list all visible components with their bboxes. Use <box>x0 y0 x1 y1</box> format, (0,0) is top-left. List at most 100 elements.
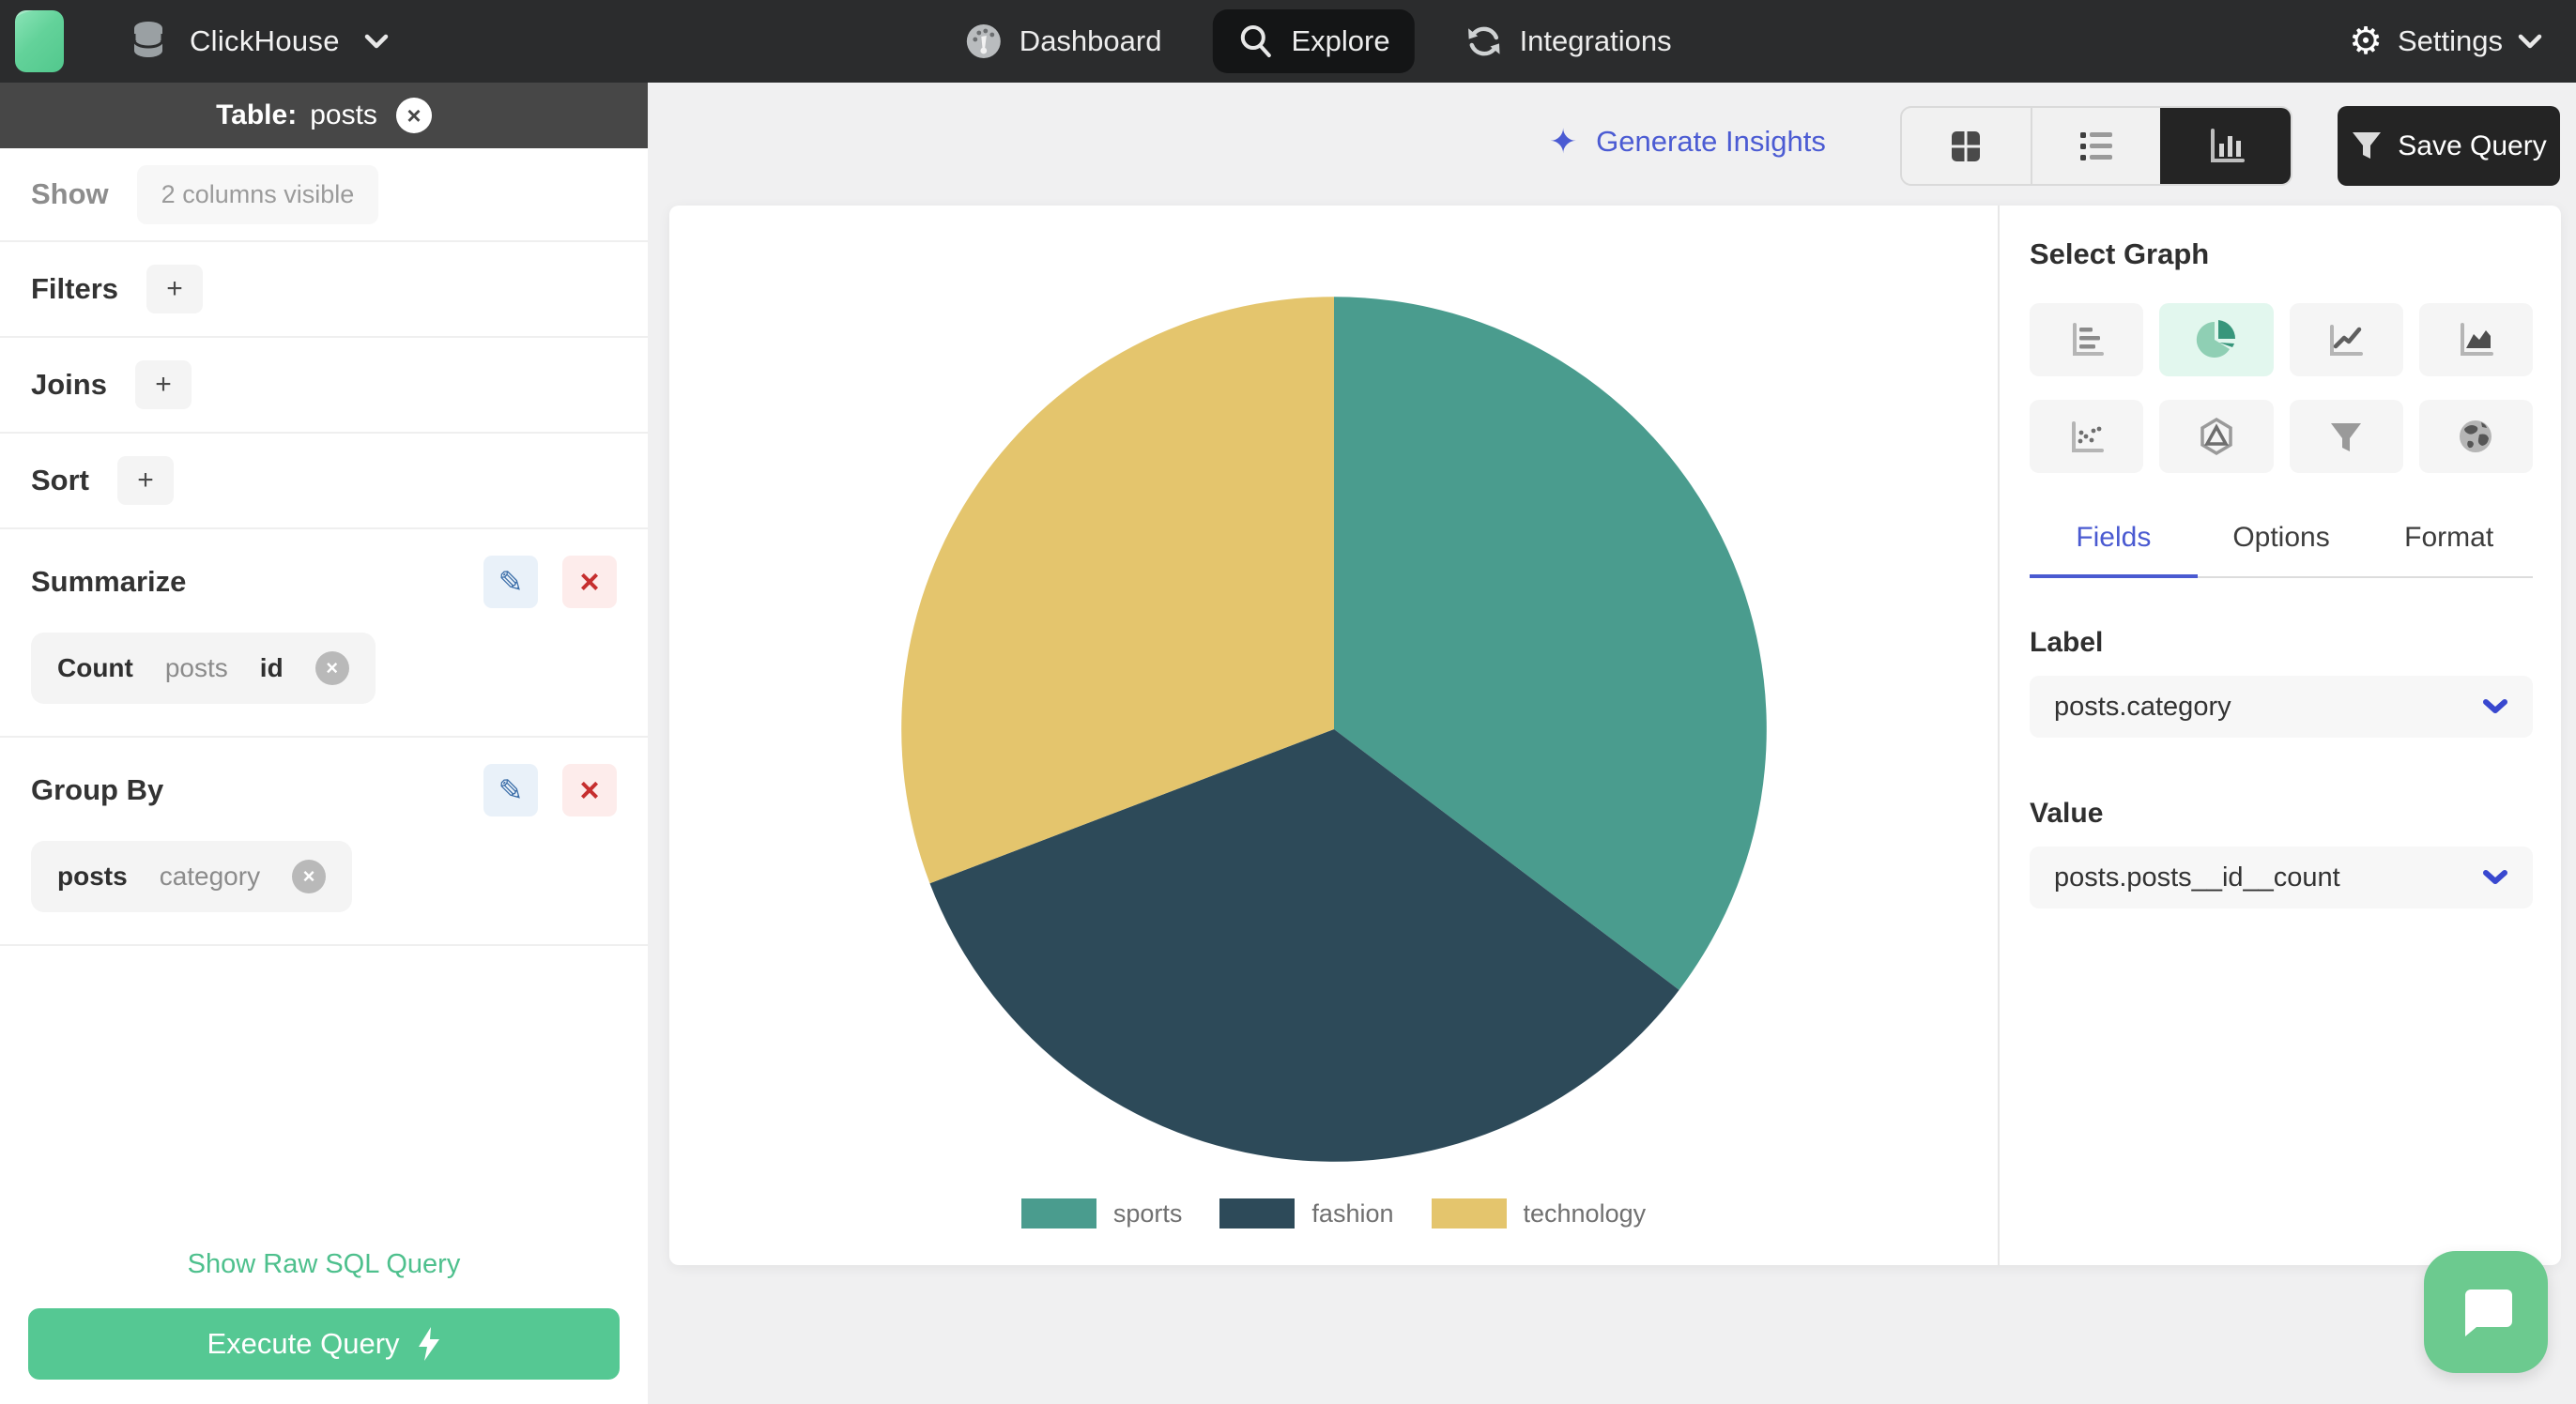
search-icon <box>1240 25 1271 57</box>
graph-type-grid <box>2030 303 2533 473</box>
remove-table-button[interactable]: × <box>395 98 432 133</box>
show-label: Show <box>31 177 109 210</box>
show-row: Show 2 columns visible <box>0 148 648 242</box>
group-by-label: Group By <box>31 773 164 806</box>
graph-type-pie-button[interactable] <box>2159 303 2274 376</box>
joins-row: Joins + <box>0 338 648 434</box>
save-query-button[interactable]: Save Query <box>2338 106 2560 186</box>
legend-swatch <box>1219 1198 1296 1228</box>
settings-menu[interactable]: ⚙ Settings <box>2349 0 2542 83</box>
sidebar-footer: Show Raw SQL Query Execute Query <box>0 1249 648 1404</box>
summarize-chip[interactable]: Count posts id × <box>31 633 376 704</box>
execute-query-button[interactable]: Execute Query <box>28 1308 620 1380</box>
show-raw-sql-link[interactable]: Show Raw SQL Query <box>188 1249 461 1280</box>
tab-format[interactable]: Format <box>2365 522 2533 576</box>
nav-label: Explore <box>1291 24 1390 57</box>
graph-type-scatter-button[interactable] <box>2030 400 2144 473</box>
label-field-value: posts.category <box>2054 691 2231 722</box>
list-view-button[interactable] <box>2030 108 2161 184</box>
save-query-label: Save Query <box>2398 130 2547 161</box>
app-name[interactable]: ClickHouse <box>190 24 340 58</box>
query-builder-sidebar: Table: posts × Show 2 columns visible Fi… <box>0 83 648 1404</box>
sparkle-icon: ✦ <box>1549 122 1578 160</box>
tab-fields[interactable]: Fields <box>2030 522 2198 578</box>
generate-insights-label: Generate Insights <box>1596 125 1826 158</box>
label-field-title: Label <box>2030 627 2104 658</box>
add-sort-button[interactable]: + <box>117 456 174 505</box>
database-icon <box>132 22 164 57</box>
group-by-chip[interactable]: posts category × <box>31 841 353 912</box>
graph-type-line-button[interactable] <box>2289 303 2403 376</box>
sync-icon <box>1467 26 1500 56</box>
table-name: posts <box>310 99 377 130</box>
chat-widget-button[interactable] <box>2424 1251 2548 1373</box>
chip-column: id <box>259 653 284 682</box>
list-view-icon <box>2080 131 2112 160</box>
nav-item-dashboard[interactable]: Dashboard <box>941 9 1187 73</box>
edit-group-by-button[interactable]: ✎ <box>483 764 538 816</box>
chart-legend: sports fashion technology <box>1020 1198 1646 1228</box>
chart-area: sports fashion technology <box>669 206 1998 1265</box>
chevron-down-icon <box>2483 870 2507 884</box>
chip-table: posts <box>57 862 128 891</box>
nav-item-integrations[interactable]: Integrations <box>1441 9 1696 73</box>
pie-chart-icon <box>2196 320 2235 358</box>
edit-summarize-button[interactable]: ✎ <box>483 556 538 608</box>
add-filter-button[interactable]: + <box>146 265 204 313</box>
view-toggle-group <box>1900 106 2292 186</box>
add-join-button[interactable]: + <box>134 360 192 409</box>
value-field-title: Value <box>2030 798 2104 829</box>
chevron-down-icon[interactable] <box>364 34 389 49</box>
value-field-dropdown[interactable]: posts.posts__id__count <box>2030 847 2533 908</box>
nav-item-explore[interactable]: Explore <box>1212 9 1415 73</box>
filters-label: Filters <box>31 272 119 305</box>
joins-label: Joins <box>31 368 107 401</box>
main-nav: Dashboard Explore Integrations <box>941 0 1696 83</box>
filter-funnel-icon <box>2353 131 2382 159</box>
pie-chart[interactable] <box>883 279 1785 1180</box>
table-view-button[interactable] <box>1902 108 2031 184</box>
graph-type-map-button[interactable] <box>2418 400 2533 473</box>
chart-view-icon <box>2210 128 2245 162</box>
topbar: ClickHouse Dashboard Explore Integration… <box>0 0 2576 83</box>
label-field-dropdown[interactable]: posts.category <box>2030 676 2533 738</box>
summarize-section: Summarize ✎ × Count posts id × <box>0 529 648 738</box>
nav-label: Dashboard <box>1019 24 1162 57</box>
graph-type-funnel-button[interactable] <box>2289 400 2403 473</box>
globe-icon <box>2460 420 2492 452</box>
graph-type-area-button[interactable] <box>2418 303 2533 376</box>
table-label: Table: <box>216 99 298 130</box>
remove-summarize-chip-button[interactable]: × <box>314 651 349 685</box>
app-root: ClickHouse Dashboard Explore Integration… <box>0 0 2576 1404</box>
area-chart-icon <box>2461 323 2494 356</box>
nav-label: Integrations <box>1519 24 1672 57</box>
remove-group-by-chip-button[interactable]: × <box>292 860 327 893</box>
chip-table: posts <box>164 653 228 682</box>
delete-summarize-button[interactable]: × <box>562 556 617 608</box>
results-card: sports fashion technology Select Graph F… <box>669 206 2561 1265</box>
chart-view-button[interactable] <box>2160 108 2291 184</box>
sort-row: Sort + <box>0 434 648 529</box>
graph-type-bar-button[interactable] <box>2030 303 2144 376</box>
legend-label: sports <box>1112 1198 1183 1228</box>
filters-row: Filters + <box>0 242 648 338</box>
legend-swatch <box>1020 1198 1096 1228</box>
chevron-down-icon <box>2518 34 2542 49</box>
main-content: ✦ Generate Insights Save Query sports fa… <box>648 83 2576 1404</box>
generate-insights-button[interactable]: ✦ Generate Insights <box>1549 122 1826 161</box>
chip-column: category <box>159 862 261 891</box>
brand: ClickHouse <box>0 10 389 72</box>
chip-agg: Count <box>57 653 133 682</box>
lightning-icon <box>418 1327 439 1361</box>
table-header: Table: posts × <box>0 83 648 148</box>
settings-label: Settings <box>2397 24 2503 57</box>
columns-visible-chip[interactable]: 2 columns visible <box>136 164 379 224</box>
legend-item-fashion: fashion <box>1219 1198 1394 1228</box>
legend-item-sports: sports <box>1020 1198 1183 1228</box>
app-logo[interactable] <box>15 10 64 72</box>
graph-type-radar-button[interactable] <box>2159 400 2274 473</box>
funnel-icon <box>2331 423 2362 451</box>
tab-options[interactable]: Options <box>2198 522 2366 576</box>
delete-group-by-button[interactable]: × <box>562 764 617 816</box>
sort-label: Sort <box>31 464 89 496</box>
